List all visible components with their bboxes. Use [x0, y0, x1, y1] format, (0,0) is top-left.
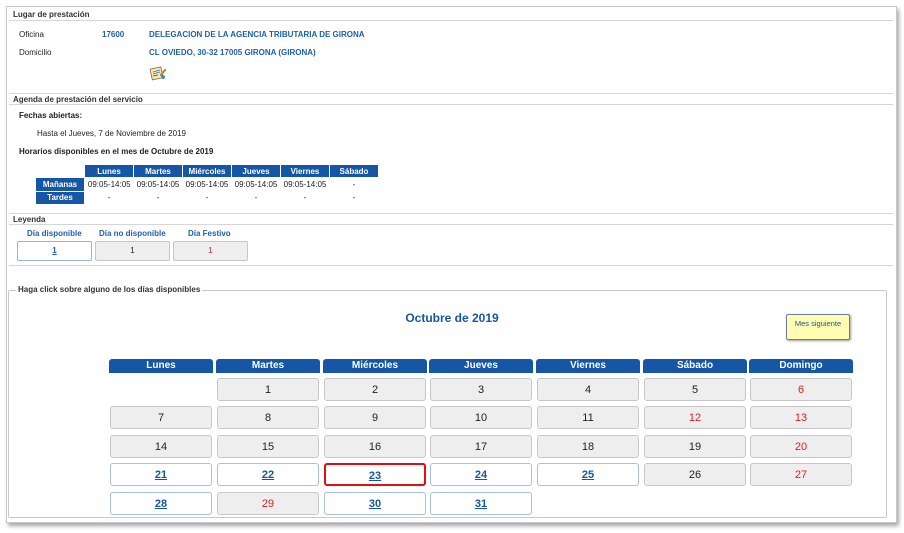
- next-month-button[interactable]: Mes siguiente: [786, 314, 850, 340]
- unavailable-day: 14: [110, 435, 212, 458]
- available-day[interactable]: 22: [217, 463, 319, 486]
- unavailable-day: 7: [110, 406, 212, 429]
- horario-day-header: Viernes: [280, 164, 330, 178]
- available-day[interactable]: 24: [430, 463, 532, 486]
- leyenda-section-title: Leyenda: [9, 213, 893, 225]
- horario-row-mananas: Mañanas 09:05-14:05 09:05-14:05 09:05-14…: [35, 177, 379, 192]
- horario-row-label: Tardes: [35, 190, 85, 205]
- legend-holiday-sample: 1: [173, 241, 248, 261]
- horario-cell: -: [352, 180, 356, 189]
- calendar-month-title: Octubre de 2019: [405, 311, 499, 325]
- legend-unavailable-sample: 1: [95, 241, 170, 261]
- fechas-value: Hasta el Jueves, 7 de Noviembre de 2019: [37, 129, 186, 138]
- unavailable-day: 15: [217, 435, 319, 458]
- weekday-header: Viernes: [536, 359, 640, 373]
- horario-cell: -: [156, 193, 160, 202]
- horario-cell: -: [352, 193, 356, 202]
- horario-day-header: Martes: [133, 164, 183, 178]
- fechas-label: Fechas abiertas:: [19, 111, 83, 120]
- unavailable-day: 26: [644, 463, 746, 486]
- holiday-day: 29: [217, 492, 319, 515]
- weekday-header: Jueves: [429, 359, 533, 373]
- calendar-instruction: Haga click sobre alguno de los días disp…: [16, 285, 203, 294]
- legend-available-title: Día disponible: [27, 229, 82, 238]
- horario-day-header: Miércoles: [182, 164, 232, 178]
- available-day[interactable]: 28: [110, 492, 212, 515]
- unavailable-day: 1: [217, 378, 319, 401]
- horario-cell: -: [254, 193, 258, 202]
- horarios-table: Lunes Martes Miércoles Jueves Viernes Sá…: [35, 164, 379, 205]
- weekday-header: Domingo: [749, 359, 853, 373]
- available-day[interactable]: 30: [324, 492, 426, 515]
- available-day[interactable]: 25: [537, 463, 639, 486]
- oficina-label: Oficina: [19, 30, 44, 39]
- available-day[interactable]: 31: [430, 492, 532, 515]
- weekday-header: Lunes: [109, 359, 213, 373]
- weekday-header: Sábado: [643, 359, 747, 373]
- horario-row-label: Mañanas: [35, 177, 85, 192]
- horario-cell: 09:05-14:05: [185, 180, 229, 189]
- domicilio-value: CL OVIEDO, 30-32 17005 GIRONA (GIRONA): [149, 48, 316, 57]
- unavailable-day: 8: [217, 406, 319, 429]
- horario-day-header: Jueves: [231, 164, 281, 178]
- divider: [9, 265, 893, 266]
- horario-cell: 09:05-14:05: [87, 180, 131, 189]
- domicilio-label: Domicilio: [19, 48, 52, 57]
- legend-available-sample: 1: [17, 241, 92, 261]
- horario-cell: -: [205, 193, 209, 202]
- oficina-name: DELEGACION DE LA AGENCIA TRIBUTARIA DE G…: [149, 30, 365, 39]
- unavailable-day: 4: [537, 378, 639, 401]
- map-document-icon[interactable]: [149, 65, 167, 81]
- holiday-day: 20: [750, 435, 852, 458]
- unavailable-day: 2: [324, 378, 426, 401]
- unavailable-day: 10: [430, 406, 532, 429]
- unavailable-day: 17: [430, 435, 532, 458]
- horario-cell: -: [107, 193, 111, 202]
- legend-holiday-title: Día Festivo: [188, 229, 231, 238]
- horario-day-header: Sábado: [329, 164, 379, 178]
- horarios-title: Horarios disponibles en el mes de Octubr…: [19, 147, 214, 156]
- unavailable-day: 16: [324, 435, 426, 458]
- unavailable-day: 5: [644, 378, 746, 401]
- legend-unavailable-title: Día no disponible: [99, 229, 166, 238]
- horario-cell: 09:05-14:05: [283, 180, 327, 189]
- holiday-day: 13: [750, 406, 852, 429]
- holiday-day: 27: [750, 463, 852, 486]
- horario-row-tardes: Tardes - - - - - -: [35, 190, 379, 205]
- agenda-section-title: Agenda de prestación del servicio: [9, 93, 893, 105]
- weekday-header: Martes: [216, 359, 320, 373]
- holiday-day: 12: [644, 406, 746, 429]
- unavailable-day: 3: [430, 378, 532, 401]
- unavailable-day: 9: [324, 406, 426, 429]
- oficina-code: 17600: [102, 30, 125, 39]
- unavailable-day: 19: [644, 435, 746, 458]
- horario-cell: 09:05-14:05: [136, 180, 180, 189]
- horario-cell: -: [303, 193, 307, 202]
- horario-cell: 09:05-14:05: [234, 180, 278, 189]
- unavailable-day: 18: [537, 435, 639, 458]
- weekday-header: Miércoles: [323, 359, 427, 373]
- available-day[interactable]: 21: [110, 463, 212, 486]
- selected-available-day[interactable]: 23: [324, 463, 426, 486]
- lugar-section-title: Lugar de prestación: [9, 9, 893, 21]
- holiday-day: 6: [750, 378, 852, 401]
- horario-day-header: Lunes: [84, 164, 134, 178]
- corner-cell: [35, 164, 85, 178]
- unavailable-day: 11: [537, 406, 639, 429]
